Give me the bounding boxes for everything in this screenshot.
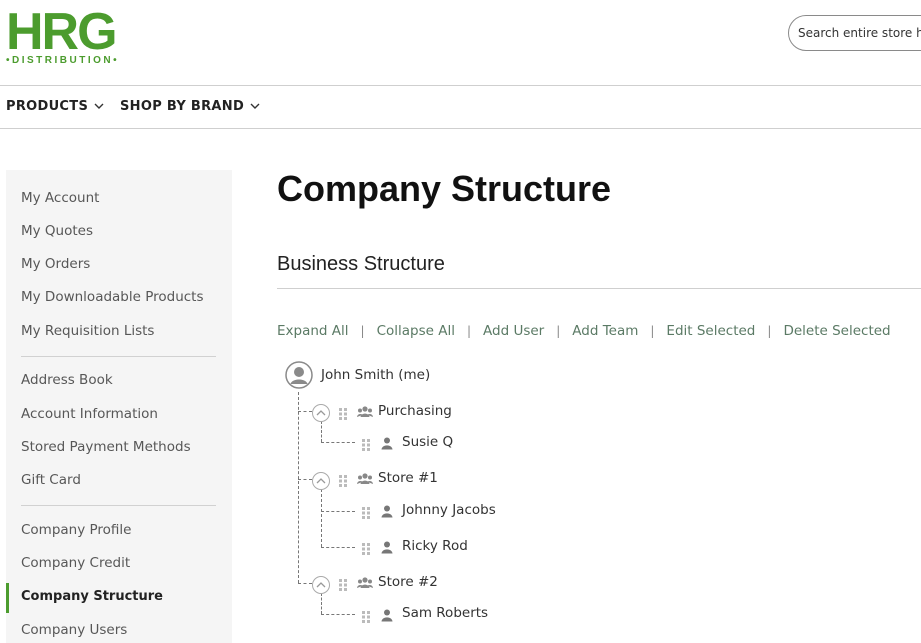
add-team-link[interactable]: Add Team xyxy=(572,323,638,339)
sidebar-item-company-profile[interactable]: Company Profile xyxy=(21,522,132,538)
search-box xyxy=(788,15,921,51)
tree-node-user[interactable]: Johnny Jacobs xyxy=(402,502,496,518)
drag-handle-icon[interactable] xyxy=(362,540,370,555)
section-divider xyxy=(277,288,921,289)
search-input[interactable] xyxy=(789,16,921,50)
page-title: Company Structure xyxy=(277,168,612,209)
tree-connector xyxy=(321,593,322,614)
chevron-down-icon xyxy=(250,99,260,114)
drag-handle-icon[interactable] xyxy=(362,504,370,519)
tree-connector xyxy=(321,511,355,512)
tree-connector xyxy=(321,614,355,615)
tree-connector xyxy=(298,411,312,412)
drag-handle-icon[interactable] xyxy=(362,436,370,451)
sidebar-item-company-users[interactable]: Company Users xyxy=(21,622,127,638)
tree-node-team[interactable]: Store #2 xyxy=(378,574,438,590)
user-icon xyxy=(381,607,393,626)
edit-selected-link[interactable]: Edit Selected xyxy=(666,323,755,339)
action-separator: | xyxy=(360,324,365,338)
site-header: HRG •DISTRIBUTION• xyxy=(0,0,921,86)
nav-item-label: SHOP BY BRAND xyxy=(120,99,245,114)
tree-connector xyxy=(321,547,355,548)
action-separator: | xyxy=(556,324,561,338)
sidebar-item-my-requisition-lists[interactable]: My Requisition Lists xyxy=(21,323,154,339)
collapse-all-link[interactable]: Collapse All xyxy=(377,323,455,339)
drag-handle-icon[interactable] xyxy=(339,472,347,487)
sidebar-item-address-book[interactable]: Address Book xyxy=(21,372,113,388)
sidebar-item-my-downloadable-products[interactable]: My Downloadable Products xyxy=(21,289,204,305)
tree-connector xyxy=(321,421,322,442)
logo-subtext: •DISTRIBUTION• xyxy=(6,55,120,66)
sidebar-item-gift-card[interactable]: Gift Card xyxy=(21,472,81,488)
tree-node-team[interactable]: Store #1 xyxy=(378,470,438,486)
team-icon xyxy=(357,575,373,594)
tree-connector xyxy=(298,479,312,480)
drag-handle-icon[interactable] xyxy=(339,405,347,420)
action-separator: | xyxy=(650,324,655,338)
add-user-link[interactable]: Add User xyxy=(483,323,544,339)
tree-node-root[interactable]: John Smith (me) xyxy=(321,367,430,383)
team-icon xyxy=(357,471,373,490)
drag-handle-icon[interactable] xyxy=(339,576,347,591)
action-separator: | xyxy=(767,324,772,338)
sidebar-item-stored-payment-methods[interactable]: Stored Payment Methods xyxy=(21,439,191,455)
sidebar-divider xyxy=(21,505,216,506)
nav-item-shop-by-brand[interactable]: SHOP BY BRAND xyxy=(120,99,260,114)
collapse-toggle-icon[interactable] xyxy=(312,404,330,422)
sidebar-active-indicator xyxy=(6,583,9,613)
expand-all-link[interactable]: Expand All xyxy=(277,323,349,339)
hrg-logo[interactable]: HRG •DISTRIBUTION• xyxy=(6,6,146,66)
sidebar-item-my-quotes[interactable]: My Quotes xyxy=(21,223,93,239)
user-icon xyxy=(381,435,393,454)
team-icon xyxy=(357,404,373,423)
chevron-down-icon xyxy=(94,99,104,114)
tree-node-user[interactable]: Ricky Rod xyxy=(402,538,468,554)
sidebar-item-company-credit[interactable]: Company Credit xyxy=(21,555,130,571)
sidebar-item-company-structure[interactable]: Company Structure xyxy=(21,589,163,604)
sidebar-item-account-information[interactable]: Account Information xyxy=(21,406,158,422)
sidebar-divider xyxy=(21,356,216,357)
tree-connector xyxy=(298,392,299,583)
user-icon xyxy=(381,503,393,522)
tree-connector xyxy=(321,442,355,443)
section-title: Business Structure xyxy=(277,253,445,275)
nav-item-label: PRODUCTS xyxy=(6,99,89,114)
logo-text: HRG xyxy=(6,3,118,61)
drag-handle-icon[interactable] xyxy=(362,608,370,623)
tree-actions: Expand All | Collapse All | Add User | A… xyxy=(277,323,891,339)
tree-connector xyxy=(321,489,322,547)
collapse-toggle-icon[interactable] xyxy=(312,472,330,490)
sidebar-item-my-account[interactable]: My Account xyxy=(21,190,99,206)
tree-node-user[interactable]: Sam Roberts xyxy=(402,605,488,621)
nav-item-products[interactable]: PRODUCTS xyxy=(6,99,104,114)
user-icon xyxy=(381,539,393,558)
action-separator: | xyxy=(466,324,472,338)
collapse-toggle-icon[interactable] xyxy=(312,576,330,594)
tree-connector xyxy=(298,583,312,584)
user-avatar-icon xyxy=(285,361,313,393)
sidebar-item-my-orders[interactable]: My Orders xyxy=(21,256,90,272)
account-sidebar: My Account My Quotes My Orders My Downlo… xyxy=(6,170,232,643)
main-nav: PRODUCTS SHOP BY BRAND xyxy=(0,86,921,129)
delete-selected-link[interactable]: Delete Selected xyxy=(783,323,890,339)
tree-node-team[interactable]: Purchasing xyxy=(378,403,452,419)
tree-node-user[interactable]: Susie Q xyxy=(402,434,453,450)
